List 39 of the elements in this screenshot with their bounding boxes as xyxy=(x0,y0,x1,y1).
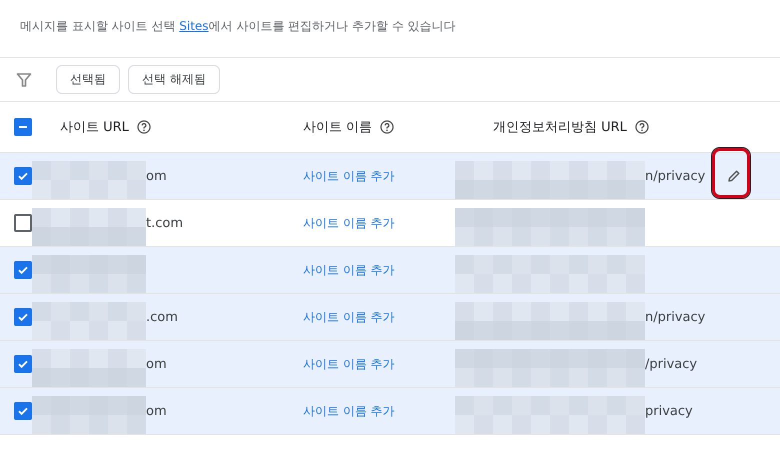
check-icon xyxy=(17,405,29,417)
add-site-name-link[interactable]: 사이트 이름 추가 xyxy=(303,168,395,184)
add-site-name-link[interactable]: 사이트 이름 추가 xyxy=(303,402,395,420)
sites-link[interactable]: Sites xyxy=(179,19,209,33)
privacy-url-text: privacy xyxy=(645,404,693,418)
row-checkbox[interactable] xyxy=(14,261,32,279)
description-text: 메시지를 표시할 사이트 선택 Sites에서 사이트를 편집하거나 추가할 수 있습니다 xyxy=(0,0,780,58)
url-text: om xyxy=(146,168,167,184)
help-icon[interactable] xyxy=(136,120,151,134)
row-checkbox[interactable] xyxy=(14,167,32,185)
privacy-url-text: n/privacy xyxy=(645,310,706,324)
url-text: om xyxy=(146,356,167,372)
add-site-name-link[interactable]: 사이트 이름 추가 xyxy=(303,308,395,326)
filter-chip[interactable]: 선택됨 xyxy=(56,65,120,94)
privacy-url-text: n/privacy xyxy=(645,168,706,184)
add-site-name-link[interactable]: 사이트 이름 추가 xyxy=(303,262,395,278)
row-checkbox[interactable] xyxy=(14,355,32,373)
check-icon xyxy=(17,358,29,370)
check-icon xyxy=(17,170,29,182)
url-text: t.com xyxy=(146,216,183,230)
column-header: 사이트 이름 xyxy=(303,119,372,136)
row-checkbox[interactable] xyxy=(14,402,32,420)
check-icon xyxy=(17,264,29,276)
column-header: 개인정보처리방침 URL xyxy=(493,119,627,136)
help-icon[interactable] xyxy=(634,120,649,134)
pencil-icon xyxy=(727,169,741,183)
row-checkbox[interactable] xyxy=(14,308,32,326)
add-site-name-link[interactable]: 사이트 이름 추가 xyxy=(303,214,395,232)
privacy-url-text: /privacy xyxy=(645,356,698,372)
select-all-checkbox[interactable] xyxy=(14,118,32,136)
add-site-name-link[interactable]: 사이트 이름 추가 xyxy=(303,356,395,372)
row-checkbox[interactable] xyxy=(14,214,32,232)
help-icon[interactable] xyxy=(380,120,394,134)
check-icon xyxy=(17,311,29,323)
url-text: om xyxy=(146,404,167,418)
column-header: 사이트 URL xyxy=(60,119,129,136)
filter-icon[interactable] xyxy=(16,72,32,88)
filter-chip[interactable]: 선택 해제됨 xyxy=(128,65,220,94)
url-text: .com xyxy=(146,310,178,324)
